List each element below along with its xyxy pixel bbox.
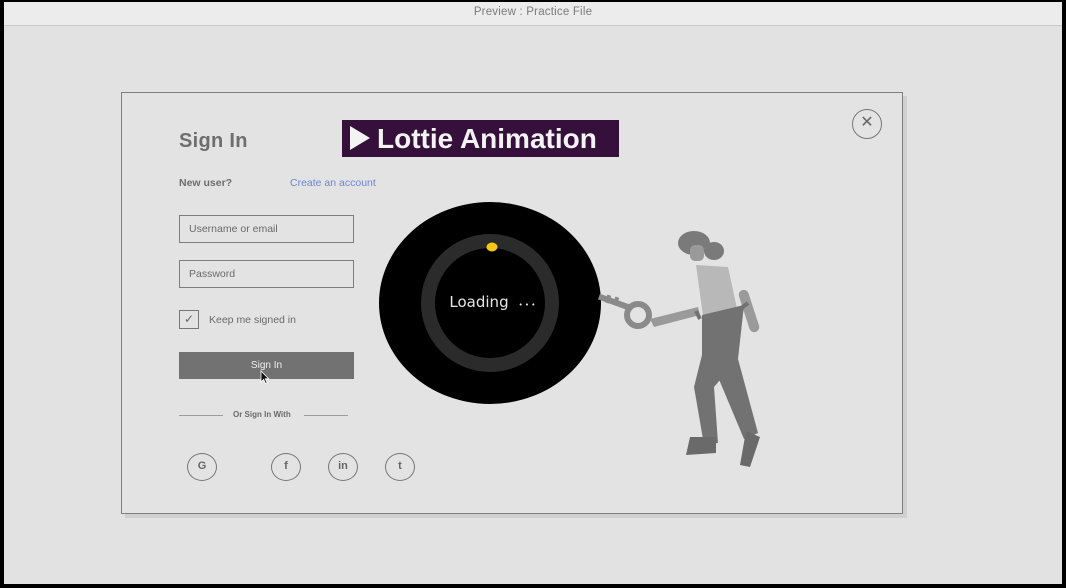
window-title: Preview : Practice File — [473, 6, 593, 18]
mouse-cursor-icon — [260, 370, 270, 384]
or-sign-in-with-label: Or Sign In With — [233, 410, 291, 419]
new-user-label: New user? — [179, 177, 233, 189]
google-icon: G — [197, 460, 207, 472]
lottie-badge: Lottie Animation — [342, 120, 619, 157]
loading-animation: Loading • • • — [378, 201, 602, 405]
lottie-label: Lottie Animation — [377, 123, 597, 154]
close-icon: ✕ — [860, 114, 874, 131]
page-title: Sign In — [179, 130, 248, 152]
person-with-key-illustration — [598, 231, 760, 467]
loader-dot — [486, 242, 498, 252]
title-bar: Preview : Practice File — [4, 2, 1062, 26]
twitter-icon: t — [398, 460, 402, 472]
linkedin-button[interactable]: in — [328, 453, 358, 481]
sign-in-dialog: Sign In Lottie Animation ✕ New user? Cre… — [121, 92, 903, 514]
create-account-link[interactable]: Create an account — [290, 177, 376, 189]
keep-signed-in-checkbox[interactable]: ✓ — [179, 310, 199, 329]
check-icon: ✓ — [183, 312, 195, 326]
loading-text: Loading — [449, 293, 508, 311]
linkedin-icon: in — [338, 460, 348, 472]
google-button[interactable]: G — [187, 453, 217, 481]
close-button[interactable]: ✕ — [852, 109, 882, 139]
preview-window: Preview : Practice File Sign In Lottie A… — [4, 2, 1062, 584]
keep-signed-in-label: Keep me signed in — [209, 314, 296, 326]
or-sign-in-with-divider: Or Sign In With — [179, 410, 349, 420]
play-icon — [350, 126, 370, 150]
facebook-icon: f — [284, 460, 288, 472]
twitter-button[interactable]: t — [385, 453, 415, 481]
password-field[interactable]: Password — [179, 260, 354, 288]
username-field[interactable]: Username or email — [179, 215, 354, 243]
loading-dots: • • • — [519, 301, 536, 309]
facebook-button[interactable]: f — [271, 453, 301, 481]
